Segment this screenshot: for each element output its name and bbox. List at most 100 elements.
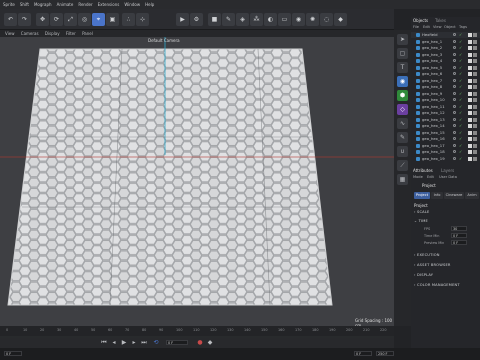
objects-menu-tags[interactable]: Tags [459, 25, 467, 29]
visibility-icon[interactable] [453, 85, 456, 88]
viewport-menu-cameras[interactable]: Cameras [21, 31, 39, 36]
phong-tag-icon[interactable] [473, 124, 477, 128]
light-icon[interactable]: ✺ [306, 13, 319, 26]
phong-tag-icon[interactable] [473, 78, 477, 83]
redo-icon[interactable]: ↷ [18, 13, 31, 26]
current-frame-field[interactable]: 0 F [166, 340, 188, 345]
visibility-icon[interactable] [453, 130, 456, 134]
step-back-icon[interactable]: ◂ [110, 339, 118, 347]
material-tag-icon[interactable] [468, 33, 472, 37]
move-tool-icon[interactable]: ✥ [36, 13, 49, 26]
section-time[interactable]: ⌄ TIME [414, 219, 428, 223]
objects-menu-edit[interactable]: Edit [423, 25, 430, 29]
scale-tool-icon[interactable]: ⤢ [64, 13, 77, 26]
visibility-icon[interactable] [453, 59, 456, 62]
go-to-start-icon[interactable]: ⏮ [100, 339, 108, 347]
phong-tag-icon[interactable] [473, 130, 477, 135]
material-tag-icon[interactable] [468, 137, 472, 141]
object-row[interactable]: geo_hex_18 ✓ [411, 149, 480, 155]
objects-menu-file[interactable]: File [413, 25, 419, 29]
tag-icon[interactable]: ◆ [334, 13, 347, 26]
object-row[interactable]: geo_hex_5 ✓ [411, 65, 480, 71]
phong-tag-icon[interactable] [473, 91, 477, 96]
object-row[interactable]: geo_hex_6 ✓ [411, 71, 480, 77]
cube-icon[interactable]: ■ [208, 13, 221, 26]
tab-cineware[interactable]: Cineware [444, 192, 464, 199]
select-tool-icon[interactable]: ◎ [78, 13, 91, 26]
object-row[interactable]: geo_hex_15 ✓ [411, 130, 480, 136]
material-tag-icon[interactable] [468, 104, 472, 109]
section-display[interactable]: › DISPLAY [414, 273, 433, 277]
phong-tag-icon[interactable] [473, 143, 477, 148]
object-row[interactable]: geo_hex_2 ✓ [411, 45, 480, 51]
visibility-icon[interactable] [453, 91, 456, 95]
end-frame-field[interactable]: 0 F [354, 351, 372, 356]
visibility-icon[interactable] [453, 33, 456, 36]
visibility-icon[interactable] [453, 143, 456, 147]
enabled-check-icon[interactable]: ✓ [459, 78, 462, 84]
menu-item-mograph[interactable]: Mograph [34, 2, 52, 7]
layers-tab[interactable]: Layers [441, 168, 454, 173]
material-tag-icon[interactable] [468, 150, 472, 154]
loop-icon[interactable]: ⟲ [152, 339, 160, 347]
material-tag-icon[interactable] [468, 130, 472, 135]
object-row[interactable]: geo_hex_4 ✓ [411, 58, 480, 64]
object-row[interactable]: geo_hex_16 ✓ [411, 136, 480, 142]
material-tag-icon[interactable] [468, 65, 472, 70]
menu-item-animate[interactable]: Animate [57, 2, 74, 7]
go-to-end-icon[interactable]: ⏭ [140, 339, 148, 347]
cloner-icon[interactable]: ⁂ [250, 13, 263, 26]
record-icon[interactable]: ● [196, 339, 204, 347]
enabled-check-icon[interactable]: ✓ [459, 136, 462, 142]
object-row[interactable]: Hexfield ✓ [411, 32, 480, 38]
attr-menu-edit[interactable]: Edit [427, 175, 434, 179]
tab-info[interactable]: Info [431, 192, 443, 199]
material-tag-icon[interactable] [468, 59, 472, 63]
material-tag-icon[interactable] [468, 39, 472, 44]
enabled-check-icon[interactable]: ✓ [459, 110, 462, 116]
material-tag-icon[interactable] [468, 124, 472, 128]
viewport-menu-panel[interactable]: Panel [82, 31, 93, 36]
material-tag-icon[interactable] [468, 78, 472, 83]
section-execution[interactable]: › EXECUTION [414, 253, 440, 257]
phong-tag-icon[interactable] [473, 65, 477, 70]
enabled-check-icon[interactable]: ✓ [459, 84, 462, 90]
model-mode-icon[interactable]: ▣ [106, 13, 119, 26]
render-view-icon[interactable]: ▶ [176, 13, 189, 26]
viewport[interactable]: Default Camera Grid Spacing : 100 cm [0, 37, 394, 326]
subdivision-icon[interactable]: ◈ [236, 13, 249, 26]
camera-label[interactable]: Default Camera [148, 38, 180, 43]
select-arrow-icon[interactable]: ➤ [397, 34, 408, 45]
phong-tag-icon[interactable] [473, 72, 477, 76]
menu-item-window[interactable]: Window [124, 2, 140, 7]
timeline-ruler[interactable]: 0 10 20 30 40 50 60 70 80 90 100 110 120 130 140 150 160… [0, 326, 394, 338]
object-row[interactable]: geo_hex_12 ✓ [411, 110, 480, 116]
attr-menu-user-data[interactable]: User Data [439, 175, 457, 179]
phong-tag-icon[interactable] [473, 98, 477, 102]
menu-item-extensions[interactable]: Extensions [98, 2, 120, 7]
phong-tag-icon[interactable] [473, 156, 477, 161]
fps-field[interactable]: 30 [451, 226, 467, 231]
phong-tag-icon[interactable] [473, 52, 477, 57]
text-icon[interactable]: T [397, 62, 408, 73]
menu-item-shift[interactable]: Shift [20, 2, 29, 7]
object-row[interactable]: geo_hex_3 ✓ [411, 52, 480, 58]
viewport-menu-filter[interactable]: Filter [66, 31, 76, 36]
brush-icon[interactable]: ✎ [397, 132, 408, 143]
object-row[interactable]: geo_hex_11 ✓ [411, 104, 480, 110]
time-min-field[interactable]: 0 F [451, 233, 467, 238]
attr-menu-mode[interactable]: Mode [413, 175, 423, 179]
enabled-check-icon[interactable]: ✓ [459, 104, 462, 110]
material-tag-icon[interactable] [468, 46, 472, 50]
objects-menu-object[interactable]: Object [444, 25, 456, 29]
material-tag-icon[interactable] [468, 52, 472, 57]
visibility-icon[interactable] [453, 46, 456, 49]
enabled-check-icon[interactable]: ✓ [459, 39, 462, 45]
pen-icon[interactable]: ✎ [222, 13, 235, 26]
phong-tag-icon[interactable] [473, 137, 477, 141]
visibility-icon[interactable] [453, 78, 456, 82]
keyframe-icon[interactable]: ◆ [206, 339, 214, 347]
start-frame-field[interactable]: 0 F [4, 351, 22, 356]
phong-tag-icon[interactable] [473, 104, 477, 109]
material-tag-icon[interactable] [468, 98, 472, 102]
